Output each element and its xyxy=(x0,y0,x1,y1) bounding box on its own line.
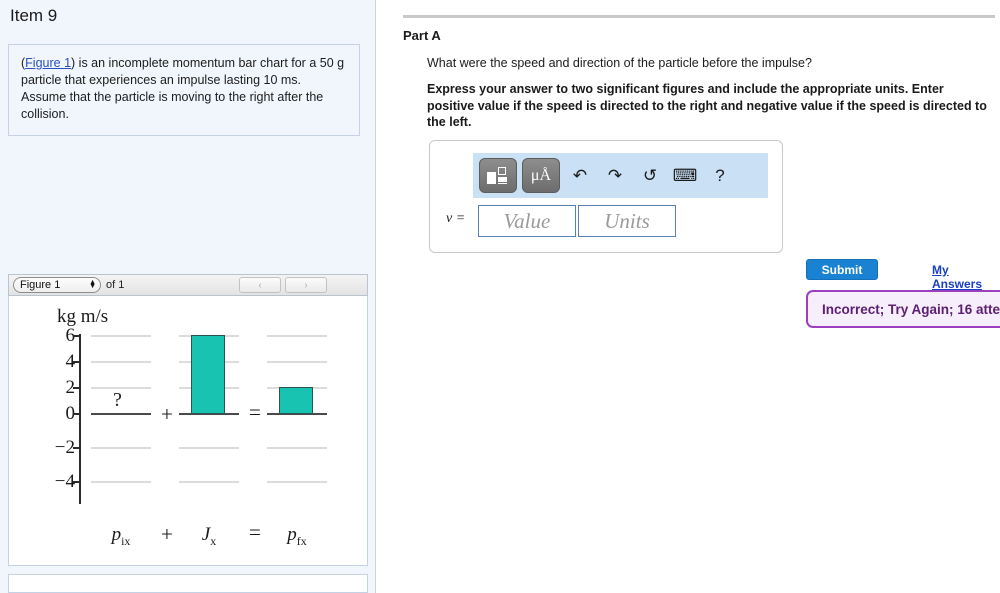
x-label-jx: Jx xyxy=(179,524,239,549)
gridline xyxy=(91,361,151,363)
right-answer-panel: Part A What were the speed and direction… xyxy=(377,0,1000,593)
math-toolbar: μÅ ↶ ↷ ↺ ⌨ ? xyxy=(473,153,768,198)
question-mark-icon: ? xyxy=(715,165,725,185)
y-tick-label: 0 xyxy=(65,403,76,424)
y-tick-mark xyxy=(73,447,80,449)
gridline xyxy=(267,361,327,363)
figure-select[interactable]: Figure 1 ▲ ▼ xyxy=(13,277,101,293)
page-title: Item 9 xyxy=(10,6,58,25)
question-text: What were the speed and direction of the… xyxy=(427,56,812,70)
gridline xyxy=(267,447,327,449)
x-label-sub: fx xyxy=(296,533,307,548)
part-title: Part A xyxy=(403,28,441,43)
chevron-left-icon: ‹ xyxy=(258,279,262,291)
next-figure-button[interactable]: › xyxy=(285,277,327,293)
y-tick-label: 2 xyxy=(65,377,76,398)
figure-count-label: of 1 xyxy=(106,279,125,291)
undo-button[interactable]: ↶ xyxy=(565,161,595,191)
bar-pfx xyxy=(279,387,313,414)
problem-statement-box: (Figure 1) is an incomplete momentum bar… xyxy=(8,44,360,136)
value-input[interactable]: Value xyxy=(478,205,576,237)
x-label-pfx: pfx xyxy=(267,524,327,549)
x-plus-operator: + xyxy=(161,522,173,546)
prev-figure-button[interactable]: ‹ xyxy=(239,277,281,293)
y-tick-label: −2 xyxy=(54,437,75,458)
plus-operator: + xyxy=(161,402,173,426)
x-label-symbol: p xyxy=(287,524,297,545)
figure-select-value: Figure 1 xyxy=(20,279,61,291)
gridline xyxy=(267,335,327,337)
zero-baseline xyxy=(91,413,151,415)
gridline xyxy=(91,481,151,483)
left-problem-panel: Item 9 (Figure 1) is an incomplete momen… xyxy=(0,0,376,593)
feedback-banner: Incorrect; Try Again; 16 attempts remain… xyxy=(806,290,1000,328)
reset-icon: ↺ xyxy=(642,165,658,185)
units-input[interactable]: Units xyxy=(578,205,676,237)
y-tick-mark xyxy=(73,387,80,389)
redo-icon: ↷ xyxy=(607,165,623,185)
x-label-symbol: p xyxy=(111,524,122,545)
x-label-sub: ix xyxy=(121,533,131,548)
submit-button[interactable]: Submit xyxy=(806,259,878,280)
template-icon xyxy=(487,165,509,187)
x-label-sub: x xyxy=(210,533,217,548)
chevron-right-icon: › xyxy=(304,279,308,291)
keyboard-button[interactable]: ⌨ xyxy=(670,161,700,191)
unknown-value-marker: ? xyxy=(113,389,122,411)
y-tick-label: 6 xyxy=(65,325,76,346)
reset-button[interactable]: ↺ xyxy=(635,161,665,191)
y-axis-line xyxy=(79,334,81,504)
figure-canvas[interactable]: kg m/s 6 4 2 0 −2 −4 ? + = pix + Jx = pf… xyxy=(8,296,368,566)
x-label-symbol: J xyxy=(201,524,211,545)
x-label-pix: pix xyxy=(91,524,151,549)
gridline xyxy=(267,481,327,483)
y-tick-mark xyxy=(73,335,80,337)
divider xyxy=(403,15,995,18)
feedback-text: Incorrect; Try Again; 16 attempts remain… xyxy=(822,301,1000,317)
problem-statement-text: (Figure 1) is an incomplete momentum bar… xyxy=(21,55,347,123)
bar-jx xyxy=(191,335,225,414)
secondary-figure-panel xyxy=(8,574,368,593)
y-axis-tick-labels: 6 4 2 0 −2 −4 xyxy=(33,296,75,566)
y-tick-mark xyxy=(73,361,80,363)
units-button[interactable]: μÅ xyxy=(522,158,560,193)
undo-icon: ↶ xyxy=(572,165,588,185)
gridline xyxy=(91,447,151,449)
gridline xyxy=(91,335,151,337)
y-tick-mark xyxy=(73,413,80,415)
gridline xyxy=(179,447,239,449)
my-answers-link[interactable]: My Answers xyxy=(932,263,1000,291)
y-tick-label: −4 xyxy=(54,471,75,492)
keyboard-icon: ⌨ xyxy=(672,165,698,185)
momentum-bar-chart: kg m/s 6 4 2 0 −2 −4 ? + = pix + Jx = pf… xyxy=(9,296,369,566)
gridline xyxy=(179,481,239,483)
figure-navigation-bar: Figure 1 ▲ ▼ of 1 ‹ › xyxy=(8,274,368,296)
redo-button[interactable]: ↷ xyxy=(600,161,630,191)
equals-operator: = xyxy=(249,400,261,424)
help-button[interactable]: ? xyxy=(705,161,735,191)
y-tick-mark xyxy=(73,481,80,483)
x-equals-operator: = xyxy=(249,520,261,544)
chevron-updown-icon: ▲ ▼ xyxy=(89,279,96,290)
page-root: Item 9 (Figure 1) is an incomplete momen… xyxy=(0,0,1000,593)
figure-arrow-group: ‹ › xyxy=(239,277,363,293)
micro-angstrom-icon: μÅ xyxy=(530,166,552,184)
template-button[interactable] xyxy=(479,158,517,193)
figure-1-link[interactable]: Figure 1 xyxy=(25,56,71,70)
y-tick-label: 4 xyxy=(65,351,76,372)
answer-entry-box: μÅ ↶ ↷ ↺ ⌨ ? v = Value Units xyxy=(429,140,783,253)
instruction-text: Express your answer to two significant f… xyxy=(427,82,987,129)
variable-label: v = xyxy=(446,211,466,226)
